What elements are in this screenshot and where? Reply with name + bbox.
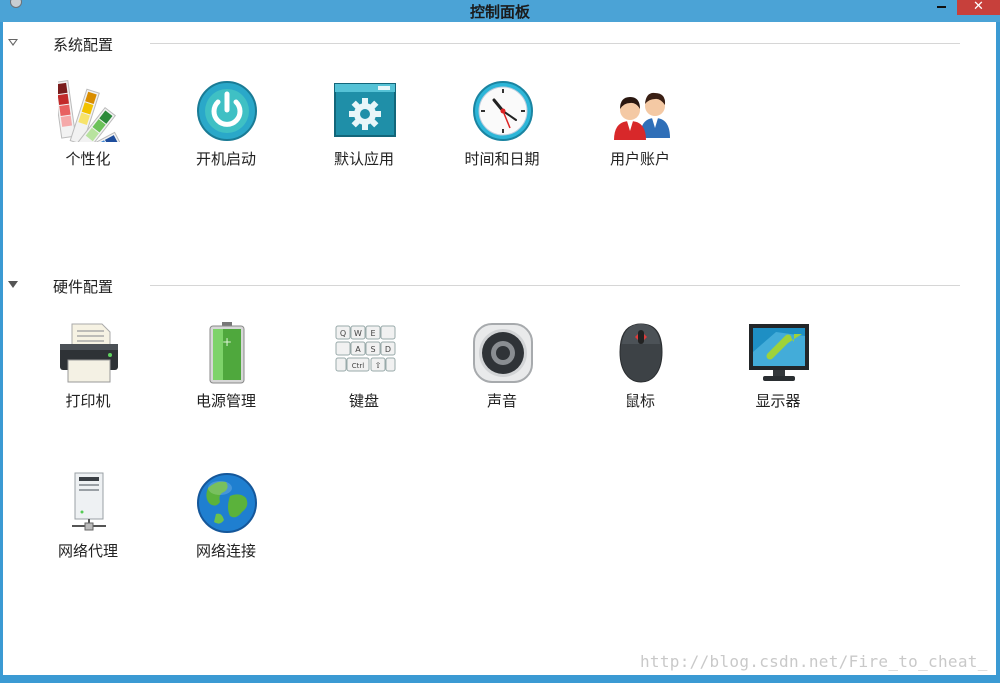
item-mouse[interactable]: 鼠标: [585, 322, 695, 422]
control-panel-content: 系统配置 个性化 开机启动 默认应用 时间和日期 用户账户 硬件配置 打印机 +…: [3, 22, 996, 675]
item-startup[interactable]: 开机启动: [171, 80, 281, 180]
svg-text:+: +: [222, 335, 232, 349]
section-title: 系统配置: [53, 36, 114, 54]
item-personalization[interactable]: 个性化: [33, 80, 143, 180]
item-label: 用户账户: [609, 150, 670, 168]
window-bottom-border: [0, 675, 1000, 683]
item-label: 默认应用: [333, 150, 394, 168]
network-server-icon: [58, 472, 120, 534]
clock-icon: [472, 80, 534, 142]
divider: [150, 43, 960, 44]
svg-text:Q: Q: [340, 329, 346, 338]
item-label: 网络代理: [57, 542, 118, 560]
item-network-proxy[interactable]: 网络代理: [33, 472, 143, 572]
window-gear-icon: [334, 80, 396, 142]
svg-text:D: D: [385, 345, 391, 354]
item-label: 网络连接: [195, 542, 256, 560]
item-user-accounts[interactable]: 用户账户: [585, 80, 695, 180]
keyboard-icon: QWE AS D Ctrl ⇧: [334, 322, 396, 384]
item-label: 个性化: [65, 150, 111, 168]
svg-text:⇧: ⇧: [375, 361, 382, 370]
globe-icon: [196, 472, 258, 534]
close-button[interactable]: ✕: [957, 0, 1000, 15]
printer-icon: [58, 322, 120, 384]
item-label: 打印机: [65, 392, 111, 410]
watermark-text: http://blog.csdn.net/Fire_to_cheat_: [640, 652, 988, 671]
window-title: 控制面板: [469, 3, 530, 21]
item-label: 声音: [486, 392, 517, 410]
section-header-hardware[interactable]: 硬件配置: [3, 274, 996, 298]
section-title: 硬件配置: [53, 278, 114, 296]
section-header-system[interactable]: 系统配置: [3, 32, 996, 56]
power-icon: [196, 80, 258, 142]
svg-text:Ctrl: Ctrl: [352, 362, 365, 370]
palette-icon: [53, 80, 122, 168]
item-keyboard[interactable]: QWE AS D Ctrl ⇧ 键盘: [309, 322, 419, 422]
svg-text:E: E: [370, 329, 375, 338]
item-date-time[interactable]: 时间和日期: [447, 80, 557, 180]
title-bar[interactable]: 控制面板 ✕: [0, 0, 1000, 22]
speaker-icon: [472, 322, 534, 384]
item-sound[interactable]: 声音: [447, 322, 557, 422]
svg-text:S: S: [370, 345, 375, 354]
expand-arrow-icon[interactable]: [8, 281, 18, 288]
item-display[interactable]: 显示器: [723, 322, 833, 422]
users-icon: [610, 80, 672, 142]
item-label: 时间和日期: [464, 150, 540, 168]
expand-arrow-icon[interactable]: [8, 39, 18, 46]
divider: [150, 285, 960, 286]
item-network-connection[interactable]: 网络连接: [171, 472, 281, 572]
item-default-apps[interactable]: 默认应用: [309, 80, 419, 180]
svg-text:W: W: [354, 329, 362, 338]
mouse-icon: [610, 322, 672, 384]
item-label: 电源管理: [195, 392, 256, 410]
svg-text:A: A: [355, 345, 361, 354]
item-label: 鼠标: [624, 392, 655, 410]
battery-icon: +: [196, 322, 258, 384]
item-printer[interactable]: 打印机: [33, 322, 143, 422]
item-power-management[interactable]: + 电源管理: [171, 322, 281, 422]
item-label: 开机启动: [195, 150, 256, 168]
item-label: 键盘: [348, 392, 379, 410]
monitor-icon: [748, 322, 810, 384]
minimize-button[interactable]: [928, 0, 954, 14]
item-label: 显示器: [755, 392, 801, 410]
